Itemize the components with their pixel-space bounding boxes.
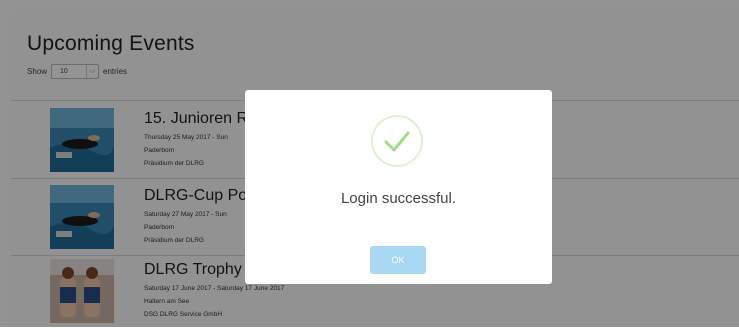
success-icon [371, 115, 423, 167]
login-success-dialog: Login successful. OK [245, 90, 552, 284]
dialog-message: Login successful. [340, 190, 457, 207]
check-icon [384, 131, 410, 152]
ok-button[interactable]: OK [370, 246, 426, 274]
